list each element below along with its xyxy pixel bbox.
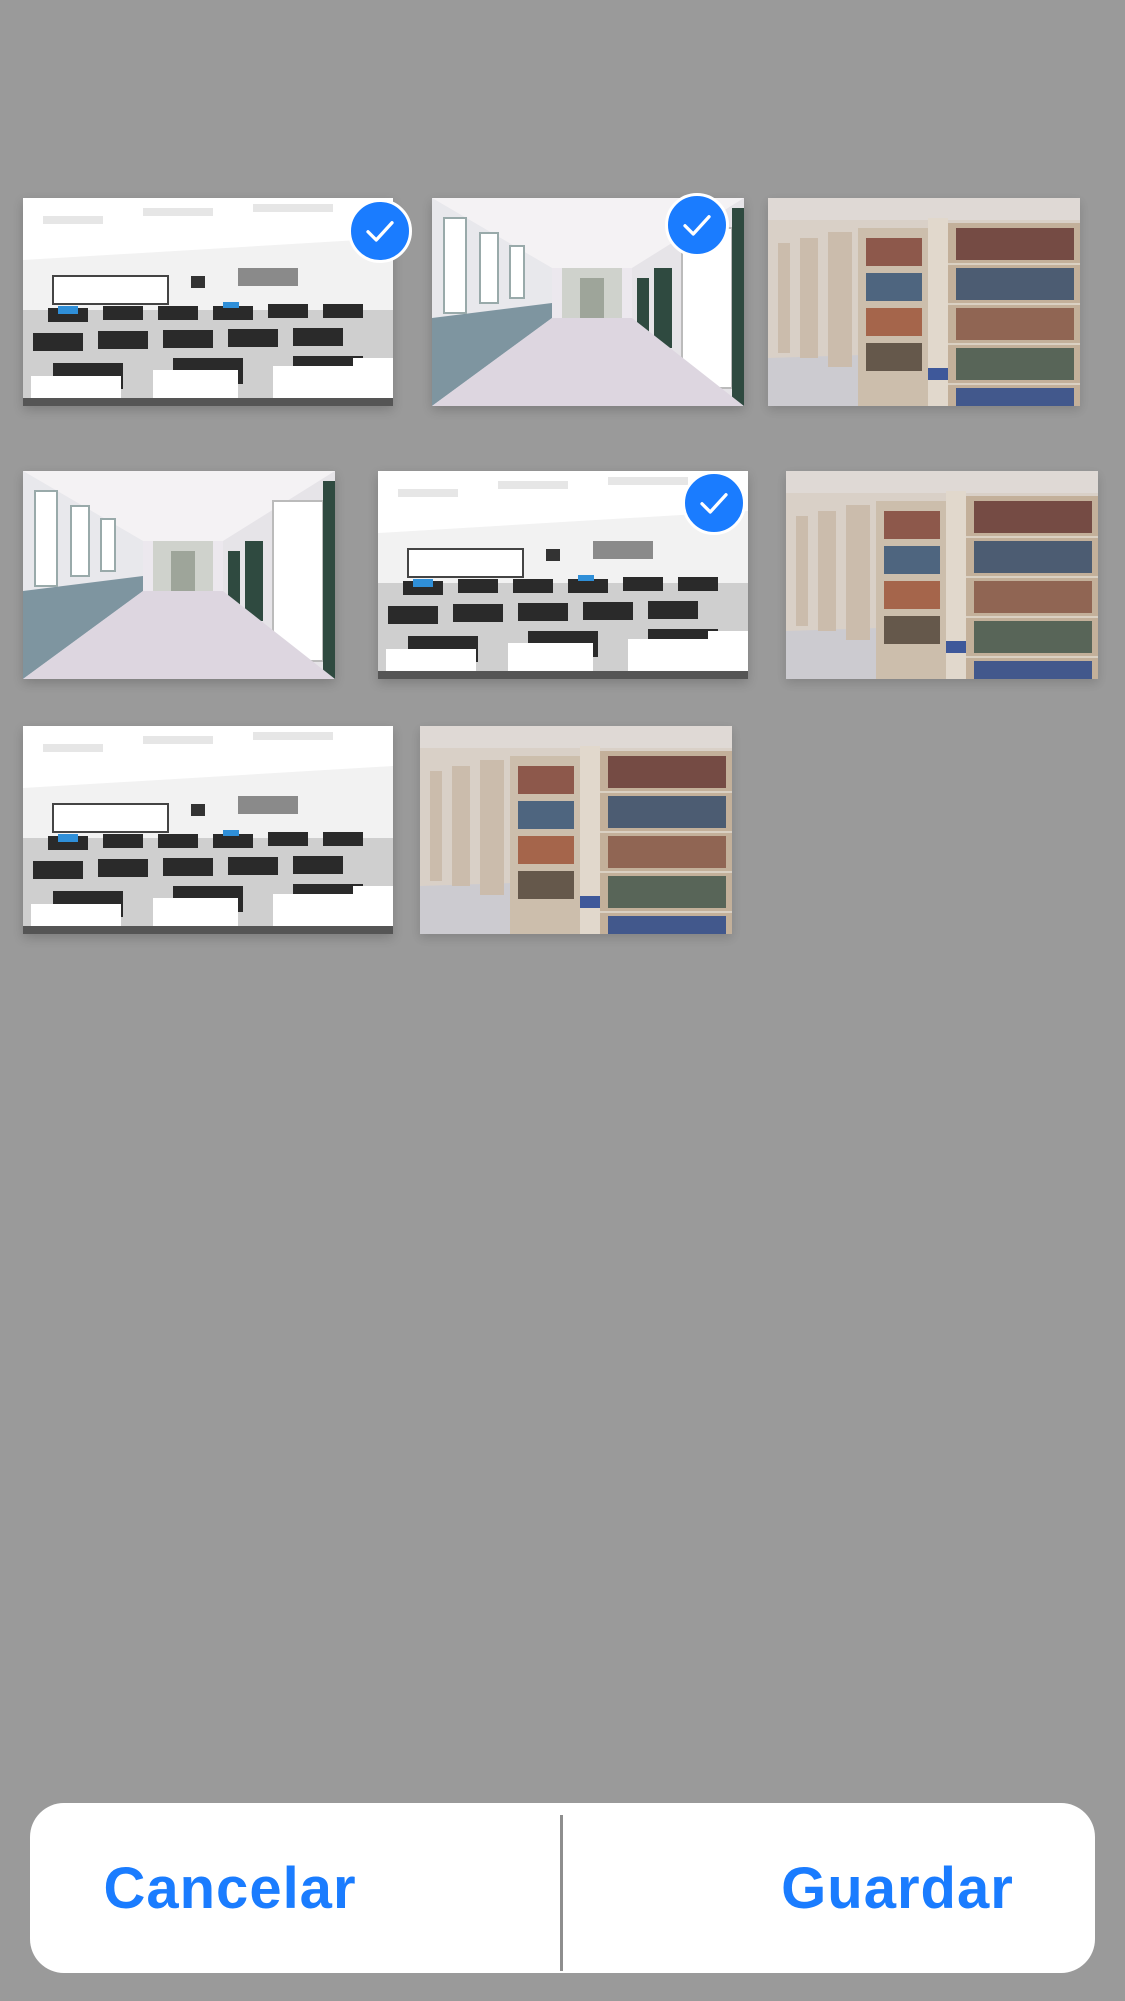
checkmark-icon[interactable] (665, 193, 729, 257)
photo-image (23, 471, 335, 679)
cancel-button[interactable]: Cancelar (30, 1803, 430, 1973)
photo-image (23, 726, 393, 934)
photo-image (23, 198, 393, 406)
photo-image (768, 198, 1080, 406)
action-sheet: Cancelar Guardar (30, 1803, 1095, 1973)
photo-thumbnail[interactable] (23, 471, 335, 679)
photo-thumbnail[interactable] (23, 726, 393, 934)
photo-thumbnail[interactable] (23, 198, 393, 406)
photo-thumbnail[interactable] (420, 726, 732, 934)
checkmark-icon[interactable] (682, 471, 746, 535)
photo-image (786, 471, 1098, 679)
save-button[interactable]: Guardar (700, 1803, 1095, 1973)
photo-thumbnail[interactable] (786, 471, 1098, 679)
checkmark-icon[interactable] (348, 199, 412, 263)
photo-thumbnail[interactable] (768, 198, 1080, 406)
action-divider (560, 1815, 563, 1971)
photo-image (420, 726, 732, 934)
